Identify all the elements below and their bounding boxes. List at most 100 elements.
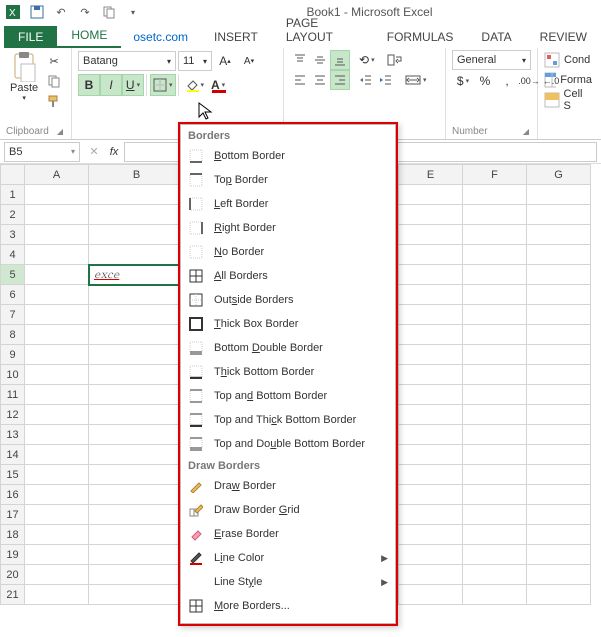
row-header[interactable]: 18: [1, 525, 25, 545]
borders-button[interactable]: ▾: [150, 74, 176, 96]
col-header[interactable]: B: [89, 165, 185, 185]
copy-icon[interactable]: [100, 3, 118, 21]
currency-icon[interactable]: $▾: [452, 70, 474, 92]
row-header[interactable]: 2: [1, 205, 25, 225]
tab-osetc-link[interactable]: osetc.com: [121, 26, 200, 48]
menu-line-color[interactable]: Line Color▶: [180, 546, 396, 570]
cancel-formula-icon[interactable]: ✕: [84, 142, 104, 162]
name-box[interactable]: B5▾: [4, 142, 80, 162]
menu-left-border[interactable]: Left Border: [180, 192, 396, 216]
row-header[interactable]: 12: [1, 405, 25, 425]
paste-button[interactable]: Paste ▾: [6, 50, 42, 110]
tab-review[interactable]: REVIEW: [526, 26, 601, 48]
menu-draw-border-grid[interactable]: Draw Border Grid: [180, 498, 396, 522]
menu-draw-border[interactable]: Draw Border: [180, 474, 396, 498]
col-header[interactable]: A: [25, 165, 89, 185]
comma-icon[interactable]: ,: [496, 70, 518, 92]
align-bottom-icon[interactable]: [330, 50, 350, 70]
select-all-corner[interactable]: [1, 165, 25, 185]
menu-top-double-bottom-border[interactable]: Top and Double Bottom Border: [180, 432, 396, 456]
decrease-font-icon[interactable]: A▾: [238, 50, 260, 72]
row-header[interactable]: 5: [1, 265, 25, 285]
align-left-icon[interactable]: [290, 70, 310, 90]
col-header[interactable]: F: [463, 165, 527, 185]
row-header[interactable]: 10: [1, 365, 25, 385]
undo-icon[interactable]: ↶: [52, 3, 70, 21]
row-header[interactable]: 4: [1, 245, 25, 265]
tab-data[interactable]: DATA: [467, 26, 525, 48]
left-border-icon: [188, 196, 204, 212]
redo-icon[interactable]: ↷: [76, 3, 94, 21]
row-header[interactable]: 16: [1, 485, 25, 505]
menu-all-borders[interactable]: All Borders: [180, 264, 396, 288]
row-header[interactable]: 7: [1, 305, 25, 325]
menu-outside-borders[interactable]: Outside Borders: [180, 288, 396, 312]
menu-bottom-border[interactable]: Bottom Border: [180, 144, 396, 168]
orientation-icon[interactable]: ⟲▾: [356, 50, 378, 70]
font-name-select[interactable]: Batang▾: [78, 51, 176, 71]
row-header[interactable]: 19: [1, 545, 25, 565]
row-header[interactable]: 6: [1, 285, 25, 305]
insert-function-icon[interactable]: fx: [104, 142, 124, 162]
copy-button-icon[interactable]: [44, 72, 64, 90]
save-icon[interactable]: [28, 3, 46, 21]
row-header[interactable]: 9: [1, 345, 25, 365]
row-header[interactable]: 3: [1, 225, 25, 245]
no-border-icon: [188, 244, 204, 260]
menu-top-thick-bottom-border[interactable]: Top and Thick Bottom Border: [180, 408, 396, 432]
cut-icon[interactable]: ✂: [44, 52, 64, 70]
cell-styles-button[interactable]: Cell S: [544, 90, 592, 110]
underline-button[interactable]: U▾: [122, 74, 144, 96]
decrease-decimal-icon[interactable]: ←.0: [540, 70, 562, 92]
menu-bottom-double-border[interactable]: Bottom Double Border: [180, 336, 396, 360]
number-format-select[interactable]: General▾: [452, 50, 531, 70]
conditional-formatting-button[interactable]: Cond: [544, 50, 592, 70]
align-right-icon[interactable]: [330, 70, 350, 90]
menu-line-style[interactable]: Line Style▶: [180, 570, 396, 594]
merge-center-icon[interactable]: ▾: [402, 70, 430, 90]
number-launcher-icon[interactable]: ◢: [521, 127, 531, 136]
align-top-icon[interactable]: [290, 50, 310, 70]
increase-indent-icon[interactable]: [376, 70, 396, 90]
row-header[interactable]: 11: [1, 385, 25, 405]
row-header[interactable]: 21: [1, 585, 25, 605]
tab-page-layout[interactable]: PAGE LAYOUT: [272, 12, 373, 48]
wrap-text-icon[interactable]: [384, 50, 406, 70]
row-header[interactable]: 1: [1, 185, 25, 205]
menu-right-border[interactable]: Right Border: [180, 216, 396, 240]
tab-file[interactable]: FILE: [4, 26, 57, 48]
menu-erase-border[interactable]: Erase Border: [180, 522, 396, 546]
align-middle-icon[interactable]: [310, 50, 330, 70]
qat-customize-icon[interactable]: ▾: [124, 3, 142, 21]
increase-font-icon[interactable]: A▴: [214, 50, 236, 72]
menu-thick-box-border[interactable]: Thick Box Border: [180, 312, 396, 336]
decrease-indent-icon[interactable]: [356, 70, 376, 90]
col-header[interactable]: E: [399, 165, 463, 185]
row-header[interactable]: 17: [1, 505, 25, 525]
italic-button[interactable]: I: [100, 74, 122, 96]
row-header[interactable]: 14: [1, 445, 25, 465]
tab-home[interactable]: HOME: [57, 24, 121, 48]
percent-icon[interactable]: %: [474, 70, 496, 92]
tab-insert[interactable]: INSERT: [200, 26, 272, 48]
clipboard-launcher-icon[interactable]: ◢: [55, 127, 65, 136]
align-center-icon[interactable]: [310, 70, 330, 90]
row-header[interactable]: 13: [1, 425, 25, 445]
format-painter-icon[interactable]: [44, 92, 64, 110]
tab-formulas[interactable]: FORMULAS: [373, 26, 468, 48]
font-size-select[interactable]: 11▾: [178, 51, 212, 71]
col-header[interactable]: G: [527, 165, 591, 185]
font-color-button[interactable]: A▾: [207, 74, 229, 96]
cell-b5[interactable]: exce: [89, 265, 185, 285]
increase-decimal-icon[interactable]: .00→: [518, 70, 540, 92]
bold-button[interactable]: B: [78, 74, 100, 96]
row-header[interactable]: 8: [1, 325, 25, 345]
menu-top-bottom-border[interactable]: Top and Bottom Border: [180, 384, 396, 408]
menu-more-borders[interactable]: More Borders...: [180, 594, 396, 618]
menu-no-border[interactable]: No Border: [180, 240, 396, 264]
menu-top-border[interactable]: Top Border: [180, 168, 396, 192]
menu-thick-bottom-border[interactable]: Thick Bottom Border: [180, 360, 396, 384]
fill-color-button[interactable]: ▾: [182, 74, 208, 96]
row-header[interactable]: 15: [1, 465, 25, 485]
row-header[interactable]: 20: [1, 565, 25, 585]
